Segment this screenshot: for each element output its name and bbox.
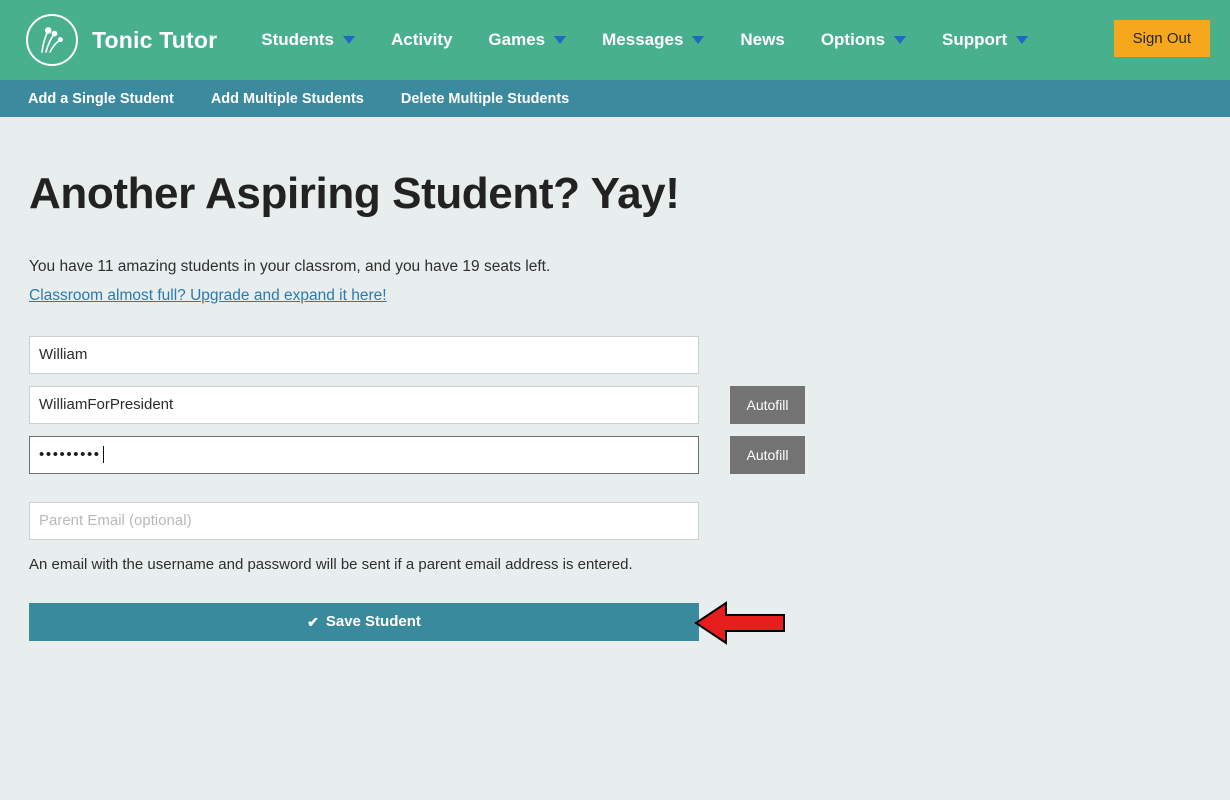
nav-item-news[interactable]: News bbox=[722, 30, 802, 50]
chevron-down-icon bbox=[1016, 36, 1029, 44]
name-field-row bbox=[29, 335, 1230, 374]
nav-item-support[interactable]: Support bbox=[924, 30, 1046, 50]
subnav-item-add-single-student[interactable]: Add a Single Student bbox=[28, 91, 192, 107]
sign-out-button[interactable]: Sign Out bbox=[1113, 20, 1210, 57]
nav-label: Support bbox=[942, 30, 1008, 49]
student-username-input[interactable] bbox=[29, 385, 699, 424]
brand-title: Tonic Tutor bbox=[92, 26, 218, 53]
nav-label: Activity bbox=[391, 30, 453, 49]
page-title: Another Aspiring Student? Yay! bbox=[29, 169, 680, 218]
upgrade-classroom-link[interactable]: Classroom almost full? Upgrade and expan… bbox=[29, 287, 387, 305]
nav-label: Games bbox=[488, 30, 546, 49]
student-password-input[interactable]: ••••••••• bbox=[29, 435, 699, 474]
nav-item-options[interactable]: Options bbox=[803, 30, 924, 50]
chevron-down-icon bbox=[894, 36, 907, 44]
chevron-down-icon bbox=[343, 36, 355, 44]
nav-label: News bbox=[740, 30, 785, 49]
top-header-bar: Tonic Tutor Students Activity Games Mess… bbox=[0, 0, 1230, 80]
nav-label: Students bbox=[261, 30, 334, 49]
text-cursor-caret bbox=[102, 446, 104, 463]
brand-logo-link[interactable]: Tonic Tutor bbox=[26, 14, 217, 66]
chevron-down-icon bbox=[554, 36, 567, 44]
nav-label: Options bbox=[820, 30, 886, 49]
seat-summary-text: You have 11 amazing students in your cla… bbox=[29, 258, 551, 275]
nav-label: Messages bbox=[602, 30, 684, 49]
add-student-form: Autofill ••••••••• Autofill An email wit… bbox=[29, 335, 1230, 645]
tonic-tutor-sprout-notes-logo-icon bbox=[26, 14, 78, 66]
subnav-item-add-multiple-students[interactable]: Add Multiple Students bbox=[211, 91, 382, 107]
autofill-password-button[interactable]: Autofill bbox=[730, 435, 805, 474]
parent-email-field-row bbox=[29, 501, 1230, 540]
subnav-item-delete-multiple-students[interactable]: Delete Multiple Students bbox=[401, 91, 587, 107]
nav-item-activity[interactable]: Activity bbox=[373, 30, 470, 50]
password-field-row: ••••••••• Autofill bbox=[29, 435, 1230, 474]
nav-item-games[interactable]: Games bbox=[470, 30, 584, 50]
password-masked-value: ••••••••• bbox=[39, 446, 101, 463]
main-navigation: Students Activity Games Messages News Op… bbox=[243, 30, 1046, 50]
student-name-input[interactable] bbox=[29, 335, 699, 374]
nav-item-messages[interactable]: Messages bbox=[584, 30, 722, 50]
username-field-row: Autofill bbox=[29, 385, 1230, 424]
autofill-username-button[interactable]: Autofill bbox=[730, 385, 805, 424]
secondary-navigation-bar: Add a Single Student Add Multiple Studen… bbox=[0, 80, 1230, 117]
main-content: Another Aspiring Student? Yay! You have … bbox=[0, 169, 1230, 645]
checkmark-icon: ✔ bbox=[307, 613, 319, 630]
chevron-down-icon bbox=[692, 36, 705, 44]
parent-email-input[interactable] bbox=[29, 501, 699, 540]
save-student-label: Save Student bbox=[325, 613, 421, 630]
save-student-button[interactable]: ✔ Save Student bbox=[29, 602, 699, 641]
parent-email-help-text: An email with the username and password … bbox=[29, 555, 633, 573]
save-student-row: ✔ Save Student bbox=[29, 600, 789, 645]
nav-item-students[interactable]: Students bbox=[243, 30, 373, 50]
red-left-arrow-pointer-icon bbox=[694, 598, 789, 653]
